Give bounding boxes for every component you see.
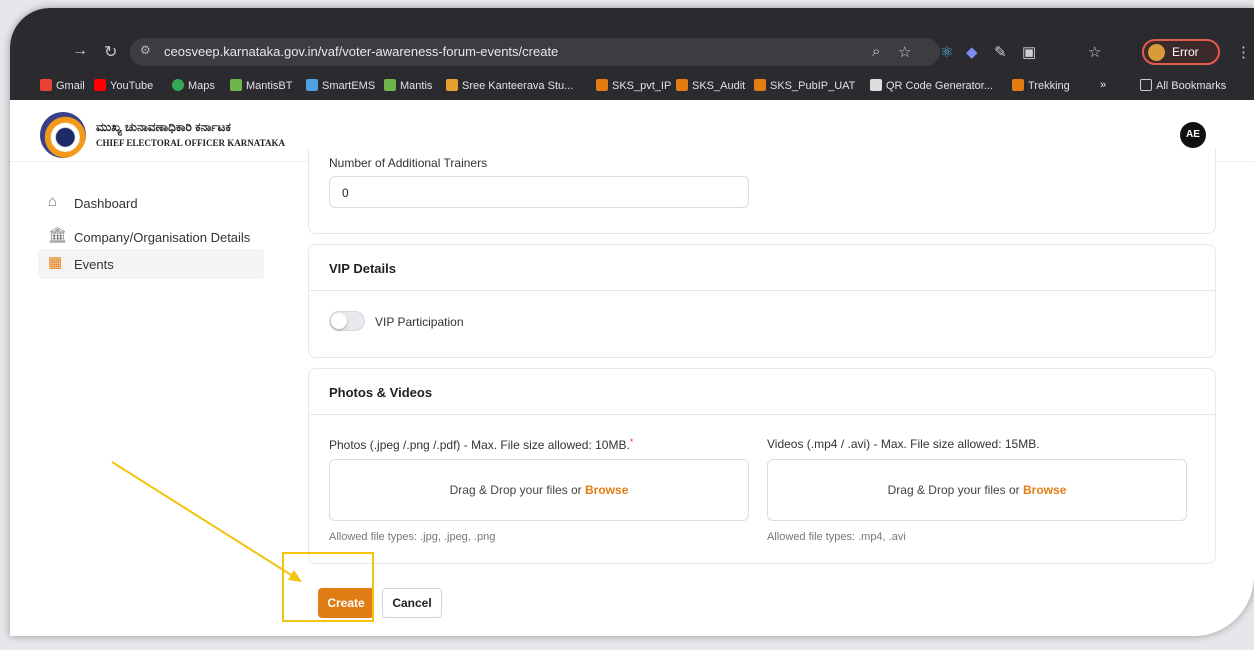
annotation-arrow-line: [111, 461, 297, 579]
annotation-arrow: [111, 461, 302, 582]
annotation-arrow-head: [288, 570, 302, 582]
